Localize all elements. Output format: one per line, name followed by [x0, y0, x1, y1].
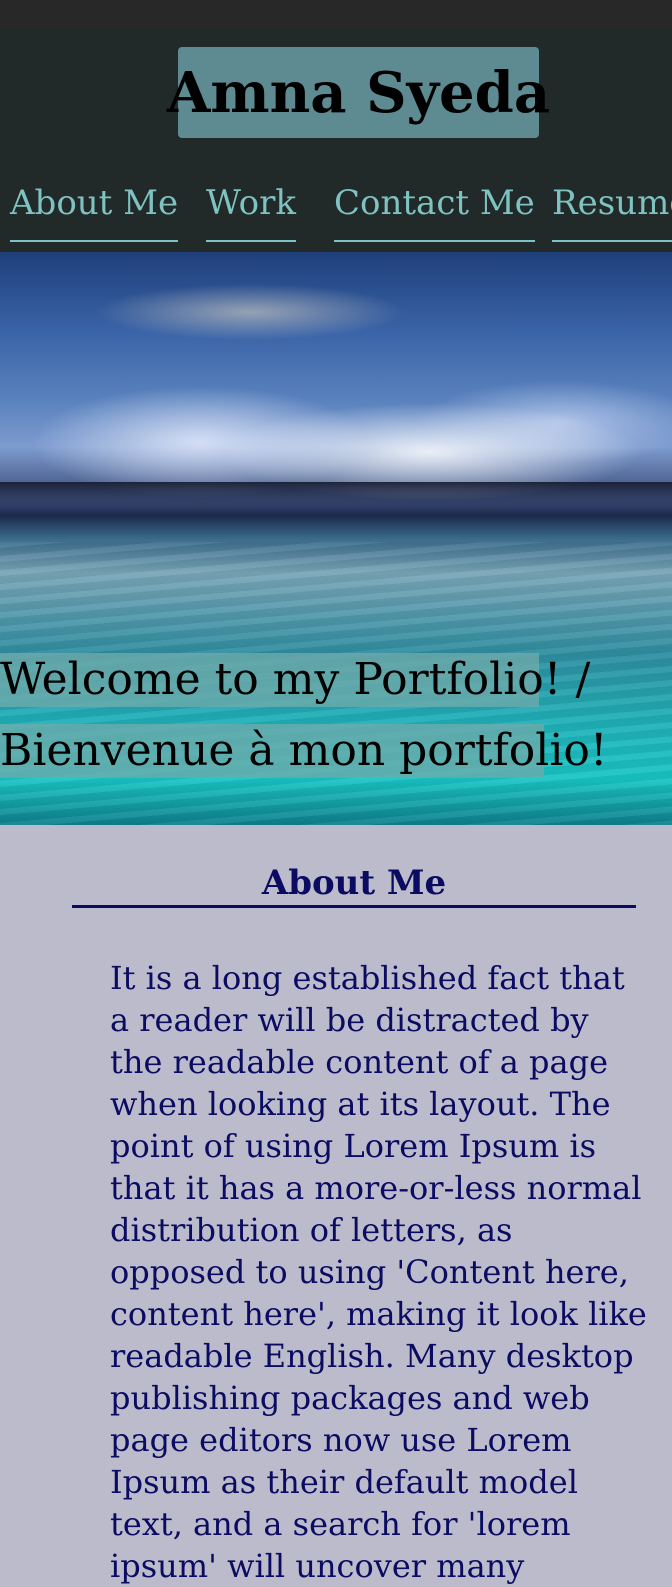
about-divider	[72, 905, 636, 908]
about-paragraph: It is a long established fact that a rea…	[110, 959, 647, 1585]
welcome-text-french: Bienvenue à mon portfolio!	[0, 724, 608, 778]
hero-horizon	[0, 482, 672, 506]
about-heading: About Me	[261, 863, 447, 903]
site-title: Amna Syeda	[166, 59, 551, 126]
welcome-text-english: Welcome to my Portfolio! /	[0, 653, 591, 707]
nav-link-resume[interactable]: Resume	[552, 182, 672, 242]
hero-banner: Welcome to my Portfolio! / Bienvenue à m…	[0, 252, 672, 825]
nav-link-about-me[interactable]: About Me	[10, 182, 179, 242]
nav-link-work[interactable]: Work	[206, 182, 296, 242]
about-section: About Me It is a long established fact t…	[0, 825, 672, 1585]
site-title-box: Amna Syeda	[167, 47, 550, 138]
nav-link-contact-me[interactable]: Contact Me	[334, 182, 535, 242]
browser-top-bar	[0, 0, 672, 28]
site-header: Amna Syeda About Me Work Contact Me Resu…	[0, 28, 672, 252]
